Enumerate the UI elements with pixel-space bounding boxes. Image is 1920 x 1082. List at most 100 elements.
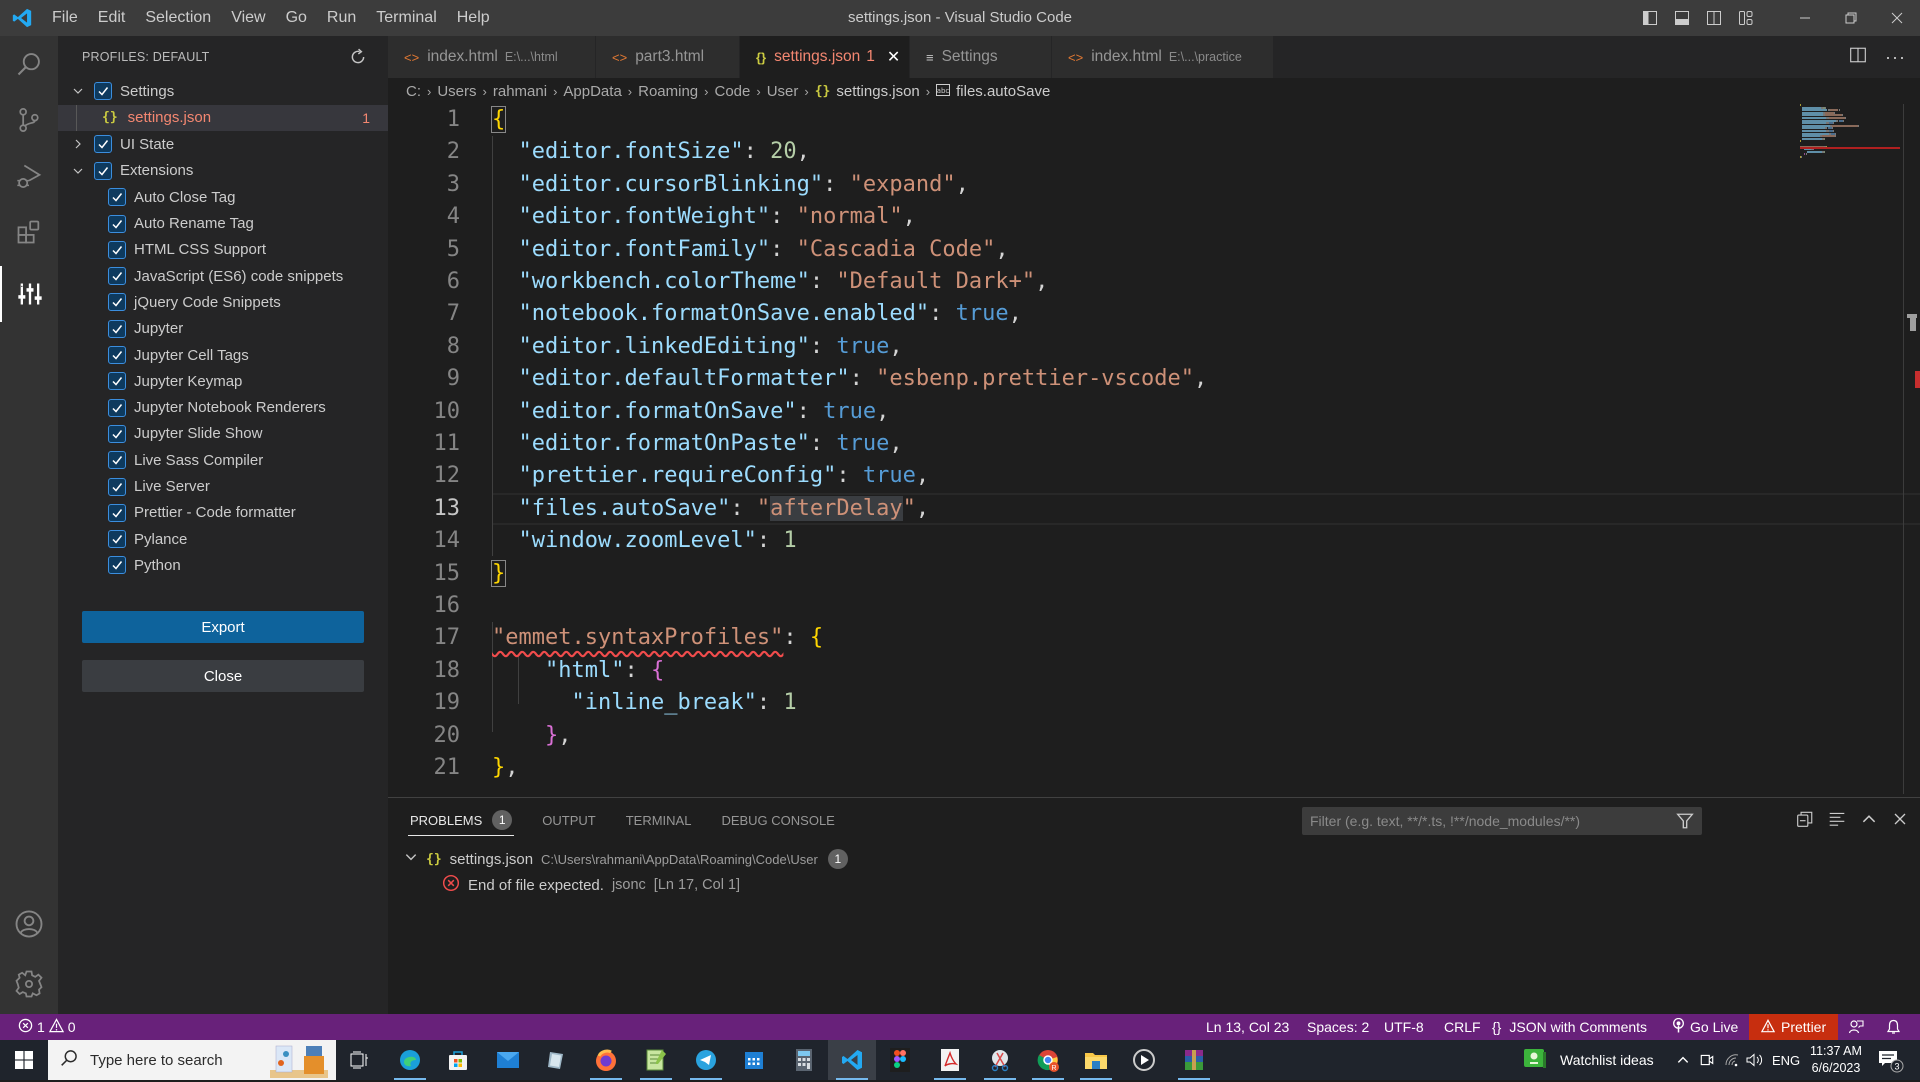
panel-tab-debug-console[interactable]: DEBUG CONSOLE: [721, 798, 834, 842]
restore-button[interactable]: [1828, 0, 1874, 36]
end-of-line[interactable]: CRLF: [1444, 1014, 1481, 1040]
input-language[interactable]: ENG: [1772, 1040, 1800, 1080]
menu-edit[interactable]: Edit: [88, 0, 136, 36]
minimap[interactable]: [1800, 104, 1904, 164]
breadcrumb-item[interactable]: C:: [406, 83, 421, 100]
taskbar-calculator-icon[interactable]: [780, 1040, 828, 1080]
wifi-icon[interactable]: [1724, 1040, 1740, 1080]
prettier-status[interactable]: Prettier: [1749, 1014, 1839, 1040]
tree-item-extensions[interactable]: Extensions: [58, 158, 388, 185]
collapse-all-icon[interactable]: [1796, 810, 1814, 833]
taskbar-telegram-icon[interactable]: [682, 1040, 730, 1080]
taskbar-chrome-icon[interactable]: R: [1024, 1040, 1072, 1080]
extension-item[interactable]: Auto Rename Tag: [58, 210, 388, 237]
taskbar-task-view-icon[interactable]: [336, 1040, 384, 1080]
taskbar-file-explorer-icon[interactable]: [1072, 1040, 1120, 1080]
extension-checkbox[interactable]: [108, 214, 126, 233]
extension-checkbox[interactable]: [108, 240, 126, 259]
menu-help[interactable]: Help: [447, 0, 500, 36]
tree-item-settings-json[interactable]: {} settings.json 1: [58, 104, 388, 131]
taskbar-media-player-icon[interactable]: [1120, 1040, 1168, 1080]
tab-index-html-practice[interactable]: <> index.html E:\...\practice: [1052, 36, 1274, 78]
feedback-icon[interactable]: [1848, 1014, 1864, 1040]
extension-item[interactable]: Jupyter Cell Tags: [58, 342, 388, 369]
source-control-icon[interactable]: [0, 92, 58, 148]
extension-checkbox[interactable]: [108, 372, 126, 391]
panel-tab-problems[interactable]: PROBLEMS 1: [407, 798, 515, 842]
extension-checkbox[interactable]: [108, 556, 126, 575]
extension-item[interactable]: Python: [58, 552, 388, 579]
tree-item-settings[interactable]: Settings: [58, 78, 388, 105]
toggle-primary-sidebar-icon[interactable]: [1634, 0, 1666, 36]
search-icon[interactable]: [0, 36, 58, 92]
chevron-down-icon[interactable]: [68, 85, 88, 97]
extensions-checkbox[interactable]: [94, 161, 112, 180]
notifications-bell-icon[interactable]: [1886, 1014, 1901, 1040]
problems-status[interactable]: 1 0: [18, 1014, 76, 1040]
menu-terminal[interactable]: Terminal: [366, 0, 446, 36]
volume-icon[interactable]: [1746, 1040, 1764, 1080]
code-editor[interactable]: 1{2 "editor.fontSize": 20, 3 "editor.curs…: [388, 104, 1920, 794]
taskbar-snip-icon[interactable]: [976, 1040, 1024, 1080]
meet-now-icon[interactable]: [1700, 1040, 1714, 1080]
extension-checkbox[interactable]: [108, 398, 126, 417]
taskbar-notes-icon[interactable]: [532, 1040, 580, 1080]
extension-checkbox[interactable]: [108, 503, 126, 522]
extension-item[interactable]: Jupyter Slide Show: [58, 421, 388, 448]
settings-checkbox[interactable]: [94, 82, 112, 101]
taskbar-notepad-plus-icon[interactable]: [632, 1040, 680, 1080]
profiles-sliders-icon[interactable]: [0, 266, 58, 322]
taskbar-firefox-icon[interactable]: [582, 1040, 630, 1080]
menu-selection[interactable]: Selection: [135, 0, 221, 36]
taskbar-search-box[interactable]: Type here to search: [48, 1040, 336, 1080]
panel-tab-terminal[interactable]: TERMINAL: [626, 798, 692, 842]
extension-item[interactable]: HTML CSS Support: [58, 237, 388, 264]
extension-item[interactable]: JavaScript (ES6) code snippets: [58, 263, 388, 290]
minimize-button[interactable]: [1782, 0, 1828, 36]
run-and-debug-icon[interactable]: [0, 148, 58, 204]
extension-checkbox[interactable]: [108, 267, 126, 286]
breadcrumb-item[interactable]: Code: [715, 83, 751, 100]
extension-checkbox[interactable]: [108, 530, 126, 549]
breadcrumb-item[interactable]: settings.json: [836, 83, 919, 100]
manage-gear-icon[interactable]: [0, 956, 58, 1012]
taskbar-store-icon[interactable]: [434, 1040, 482, 1080]
extension-item[interactable]: Live Server: [58, 473, 388, 500]
problem-file-row[interactable]: {} settings.json C:\Users\rahmani\AppDat…: [404, 846, 848, 872]
more-actions-icon[interactable]: ···: [1885, 47, 1906, 68]
extension-item[interactable]: Jupyter Notebook Renderers: [58, 394, 388, 421]
close-window-button[interactable]: [1874, 0, 1920, 36]
extension-checkbox[interactable]: [108, 346, 126, 365]
watchlist-widget[interactable]: Watchlist ideas: [1524, 1040, 1654, 1080]
vertical-scrollbar[interactable]: [1903, 104, 1920, 794]
view-as-list-icon[interactable]: [1828, 810, 1846, 833]
extension-checkbox[interactable]: [108, 451, 126, 470]
chevron-down-icon[interactable]: [404, 850, 418, 868]
refresh-icon[interactable]: [346, 45, 370, 69]
taskbar-acrobat-icon[interactable]: [926, 1040, 974, 1080]
menu-run[interactable]: Run: [317, 0, 366, 36]
split-editor-icon[interactable]: [1849, 46, 1867, 69]
extension-item[interactable]: Pylance: [58, 526, 388, 553]
close-button[interactable]: Close: [82, 660, 364, 692]
menu-go[interactable]: Go: [276, 0, 317, 36]
extension-checkbox[interactable]: [108, 319, 126, 338]
extension-item[interactable]: Live Sass Compiler: [58, 447, 388, 474]
extension-item[interactable]: Prettier - Code formatter: [58, 500, 388, 527]
filter-icon[interactable]: [1676, 812, 1694, 833]
ui-state-checkbox[interactable]: [94, 135, 112, 154]
extension-item[interactable]: Jupyter Keymap: [58, 368, 388, 395]
extension-checkbox[interactable]: [108, 477, 126, 496]
close-panel-icon[interactable]: [1892, 811, 1908, 832]
accounts-icon[interactable]: [0, 896, 58, 952]
breadcrumb-item[interactable]: files.autoSave: [956, 83, 1050, 100]
taskbar-calendar-icon[interactable]: [730, 1040, 778, 1080]
menu-view[interactable]: View: [221, 0, 275, 36]
problems-filter-input[interactable]: Filter (e.g. text, **/*.ts, !**/node_mod…: [1302, 807, 1702, 835]
maximize-panel-icon[interactable]: [1860, 810, 1878, 833]
indentation[interactable]: Spaces: 2: [1307, 1014, 1369, 1040]
menu-file[interactable]: File: [42, 0, 88, 36]
taskbar-vscode-icon[interactable]: [828, 1040, 876, 1080]
toggle-secondary-sidebar-icon[interactable]: [1698, 0, 1730, 36]
show-hidden-icons-chevron-icon[interactable]: [1676, 1040, 1690, 1080]
